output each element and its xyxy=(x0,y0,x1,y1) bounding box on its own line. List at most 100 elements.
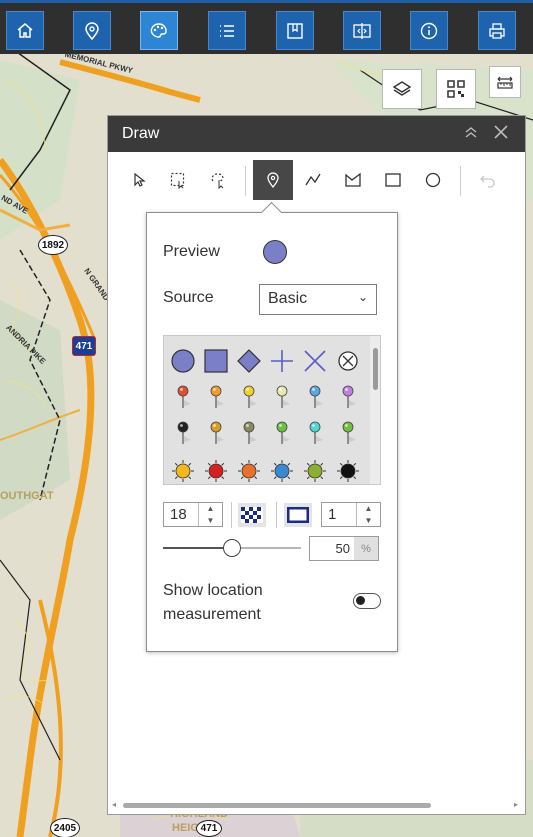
increment-icon[interactable]: ▲ xyxy=(365,504,373,513)
circle-icon xyxy=(425,172,441,188)
symbol-settings-popup: Preview Source Basic ⌄ 18 ▲ ▼ 1 ▲ ▼ 50 % xyxy=(146,212,398,652)
app-toolbar xyxy=(0,0,533,54)
rectangle-select-tool-button[interactable] xyxy=(158,160,198,200)
list-icon xyxy=(220,24,234,37)
route-shield-2405: 2405 xyxy=(50,818,80,837)
rectangle-select-icon xyxy=(170,172,185,189)
decrement-icon[interactable]: ▼ xyxy=(207,516,215,525)
opacity-slider-fill xyxy=(163,547,232,549)
pushpin-symbol[interactable] xyxy=(269,384,295,410)
diamond-symbol[interactable] xyxy=(236,348,262,374)
pushpin-symbol[interactable] xyxy=(203,384,229,410)
cross-symbol[interactable] xyxy=(269,348,295,374)
increment-icon[interactable]: ▲ xyxy=(207,504,215,513)
draw-panel-header: Draw xyxy=(108,116,525,152)
starburst-symbol[interactable] xyxy=(170,458,196,484)
decrement-icon[interactable]: ▼ xyxy=(365,516,373,525)
source-select[interactable]: Basic ⌄ xyxy=(259,284,377,315)
pushpin-symbol[interactable] xyxy=(203,420,229,446)
layers-button[interactable] xyxy=(382,69,422,109)
square-symbol[interactable] xyxy=(203,348,229,374)
panel-horizontal-scrollbar[interactable]: ◂ ▸ xyxy=(108,800,527,812)
opacity-value: 50 xyxy=(335,541,350,556)
starburst-symbol[interactable] xyxy=(302,458,328,484)
pushpin-symbol[interactable] xyxy=(170,384,196,410)
pushpin-symbol[interactable] xyxy=(302,384,328,410)
measure-button[interactable] xyxy=(489,66,521,98)
polygon-icon xyxy=(345,172,361,187)
fill-color-button[interactable] xyxy=(238,503,266,527)
opacity-input[interactable]: 50 % xyxy=(309,536,379,561)
opacity-slider-handle[interactable] xyxy=(223,539,241,557)
home-icon xyxy=(17,22,33,38)
draw-panel-title: Draw xyxy=(122,125,160,142)
rectangle-tool-button[interactable] xyxy=(373,160,413,200)
layer-list-button[interactable] xyxy=(208,11,246,50)
location-pin-icon xyxy=(85,21,99,40)
info-button[interactable] xyxy=(410,11,448,50)
source-label: Source xyxy=(163,289,214,306)
starburst-symbol[interactable] xyxy=(335,458,361,484)
show-location-measurement-toggle[interactable] xyxy=(353,593,381,609)
outline-width-input[interactable]: 1 ▲ ▼ xyxy=(321,502,381,527)
circle-x-symbol[interactable] xyxy=(335,348,361,374)
print-button[interactable] xyxy=(478,11,516,50)
preview-symbol xyxy=(263,240,287,264)
show-location-measurement-label: Show location measurement xyxy=(163,582,263,623)
print-icon xyxy=(489,22,505,39)
symbol-size-value: 18 xyxy=(170,506,187,523)
opacity-slider[interactable] xyxy=(163,539,301,557)
draw-tool-bar xyxy=(108,160,527,202)
rectangle-icon xyxy=(385,173,401,187)
circle-symbol[interactable] xyxy=(170,348,196,374)
bookmark-button[interactable] xyxy=(276,11,314,50)
lasso-select-icon xyxy=(211,173,224,189)
starburst-symbol[interactable] xyxy=(269,458,295,484)
pushpin-symbol[interactable] xyxy=(170,420,196,446)
layers-icon xyxy=(392,81,412,96)
starburst-symbol[interactable] xyxy=(236,458,262,484)
gallery-scrollbar[interactable] xyxy=(370,336,380,484)
outline-width-value: 1 xyxy=(328,506,337,523)
lasso-select-tool-button[interactable] xyxy=(198,160,238,200)
scroll-right-arrow-icon[interactable]: ▸ xyxy=(514,800,518,809)
pushpin-symbol[interactable] xyxy=(335,384,361,410)
qr-code-icon xyxy=(447,80,465,98)
x-symbol[interactable] xyxy=(302,348,328,374)
polyline-icon xyxy=(305,173,321,186)
starburst-symbol[interactable] xyxy=(203,458,229,484)
chevron-down-icon: ⌄ xyxy=(357,290,368,304)
pushpin-symbol[interactable] xyxy=(302,420,328,446)
info-icon xyxy=(420,22,438,39)
polyline-tool-button[interactable] xyxy=(293,160,333,200)
undo-button[interactable] xyxy=(468,160,508,200)
compare-button[interactable] xyxy=(343,11,381,50)
route-shield-471: 471 xyxy=(196,820,222,837)
location-button[interactable] xyxy=(73,11,111,50)
preview-label: Preview xyxy=(163,243,220,260)
outline-color-button[interactable] xyxy=(284,503,312,527)
circle-tool-button[interactable] xyxy=(413,160,453,200)
fill-pattern-icon xyxy=(241,507,263,523)
pushpin-symbol[interactable] xyxy=(236,384,262,410)
source-select-value: Basic xyxy=(268,290,308,307)
qr-code-button[interactable] xyxy=(436,69,476,109)
point-tool-button[interactable] xyxy=(253,160,293,200)
close-icon[interactable] xyxy=(493,124,509,140)
pushpin-symbol[interactable] xyxy=(335,420,361,446)
interstate-shield-471: 471 xyxy=(72,336,96,356)
bookmark-icon xyxy=(287,22,303,39)
collapse-icon[interactable] xyxy=(463,124,479,140)
scrollbar-thumb[interactable] xyxy=(123,803,431,808)
point-pin-icon xyxy=(267,172,279,189)
pushpin-symbol[interactable] xyxy=(236,420,262,446)
scroll-left-arrow-icon[interactable]: ◂ xyxy=(112,800,116,809)
compare-icon xyxy=(353,22,371,39)
polygon-tool-button[interactable] xyxy=(333,160,373,200)
pushpin-symbol[interactable] xyxy=(269,420,295,446)
home-button[interactable] xyxy=(6,11,44,50)
select-tool-button[interactable] xyxy=(119,160,159,200)
symbol-gallery[interactable] xyxy=(163,335,381,485)
symbol-size-input[interactable]: 18 ▲ ▼ xyxy=(163,502,223,527)
draw-button[interactable] xyxy=(140,11,178,50)
